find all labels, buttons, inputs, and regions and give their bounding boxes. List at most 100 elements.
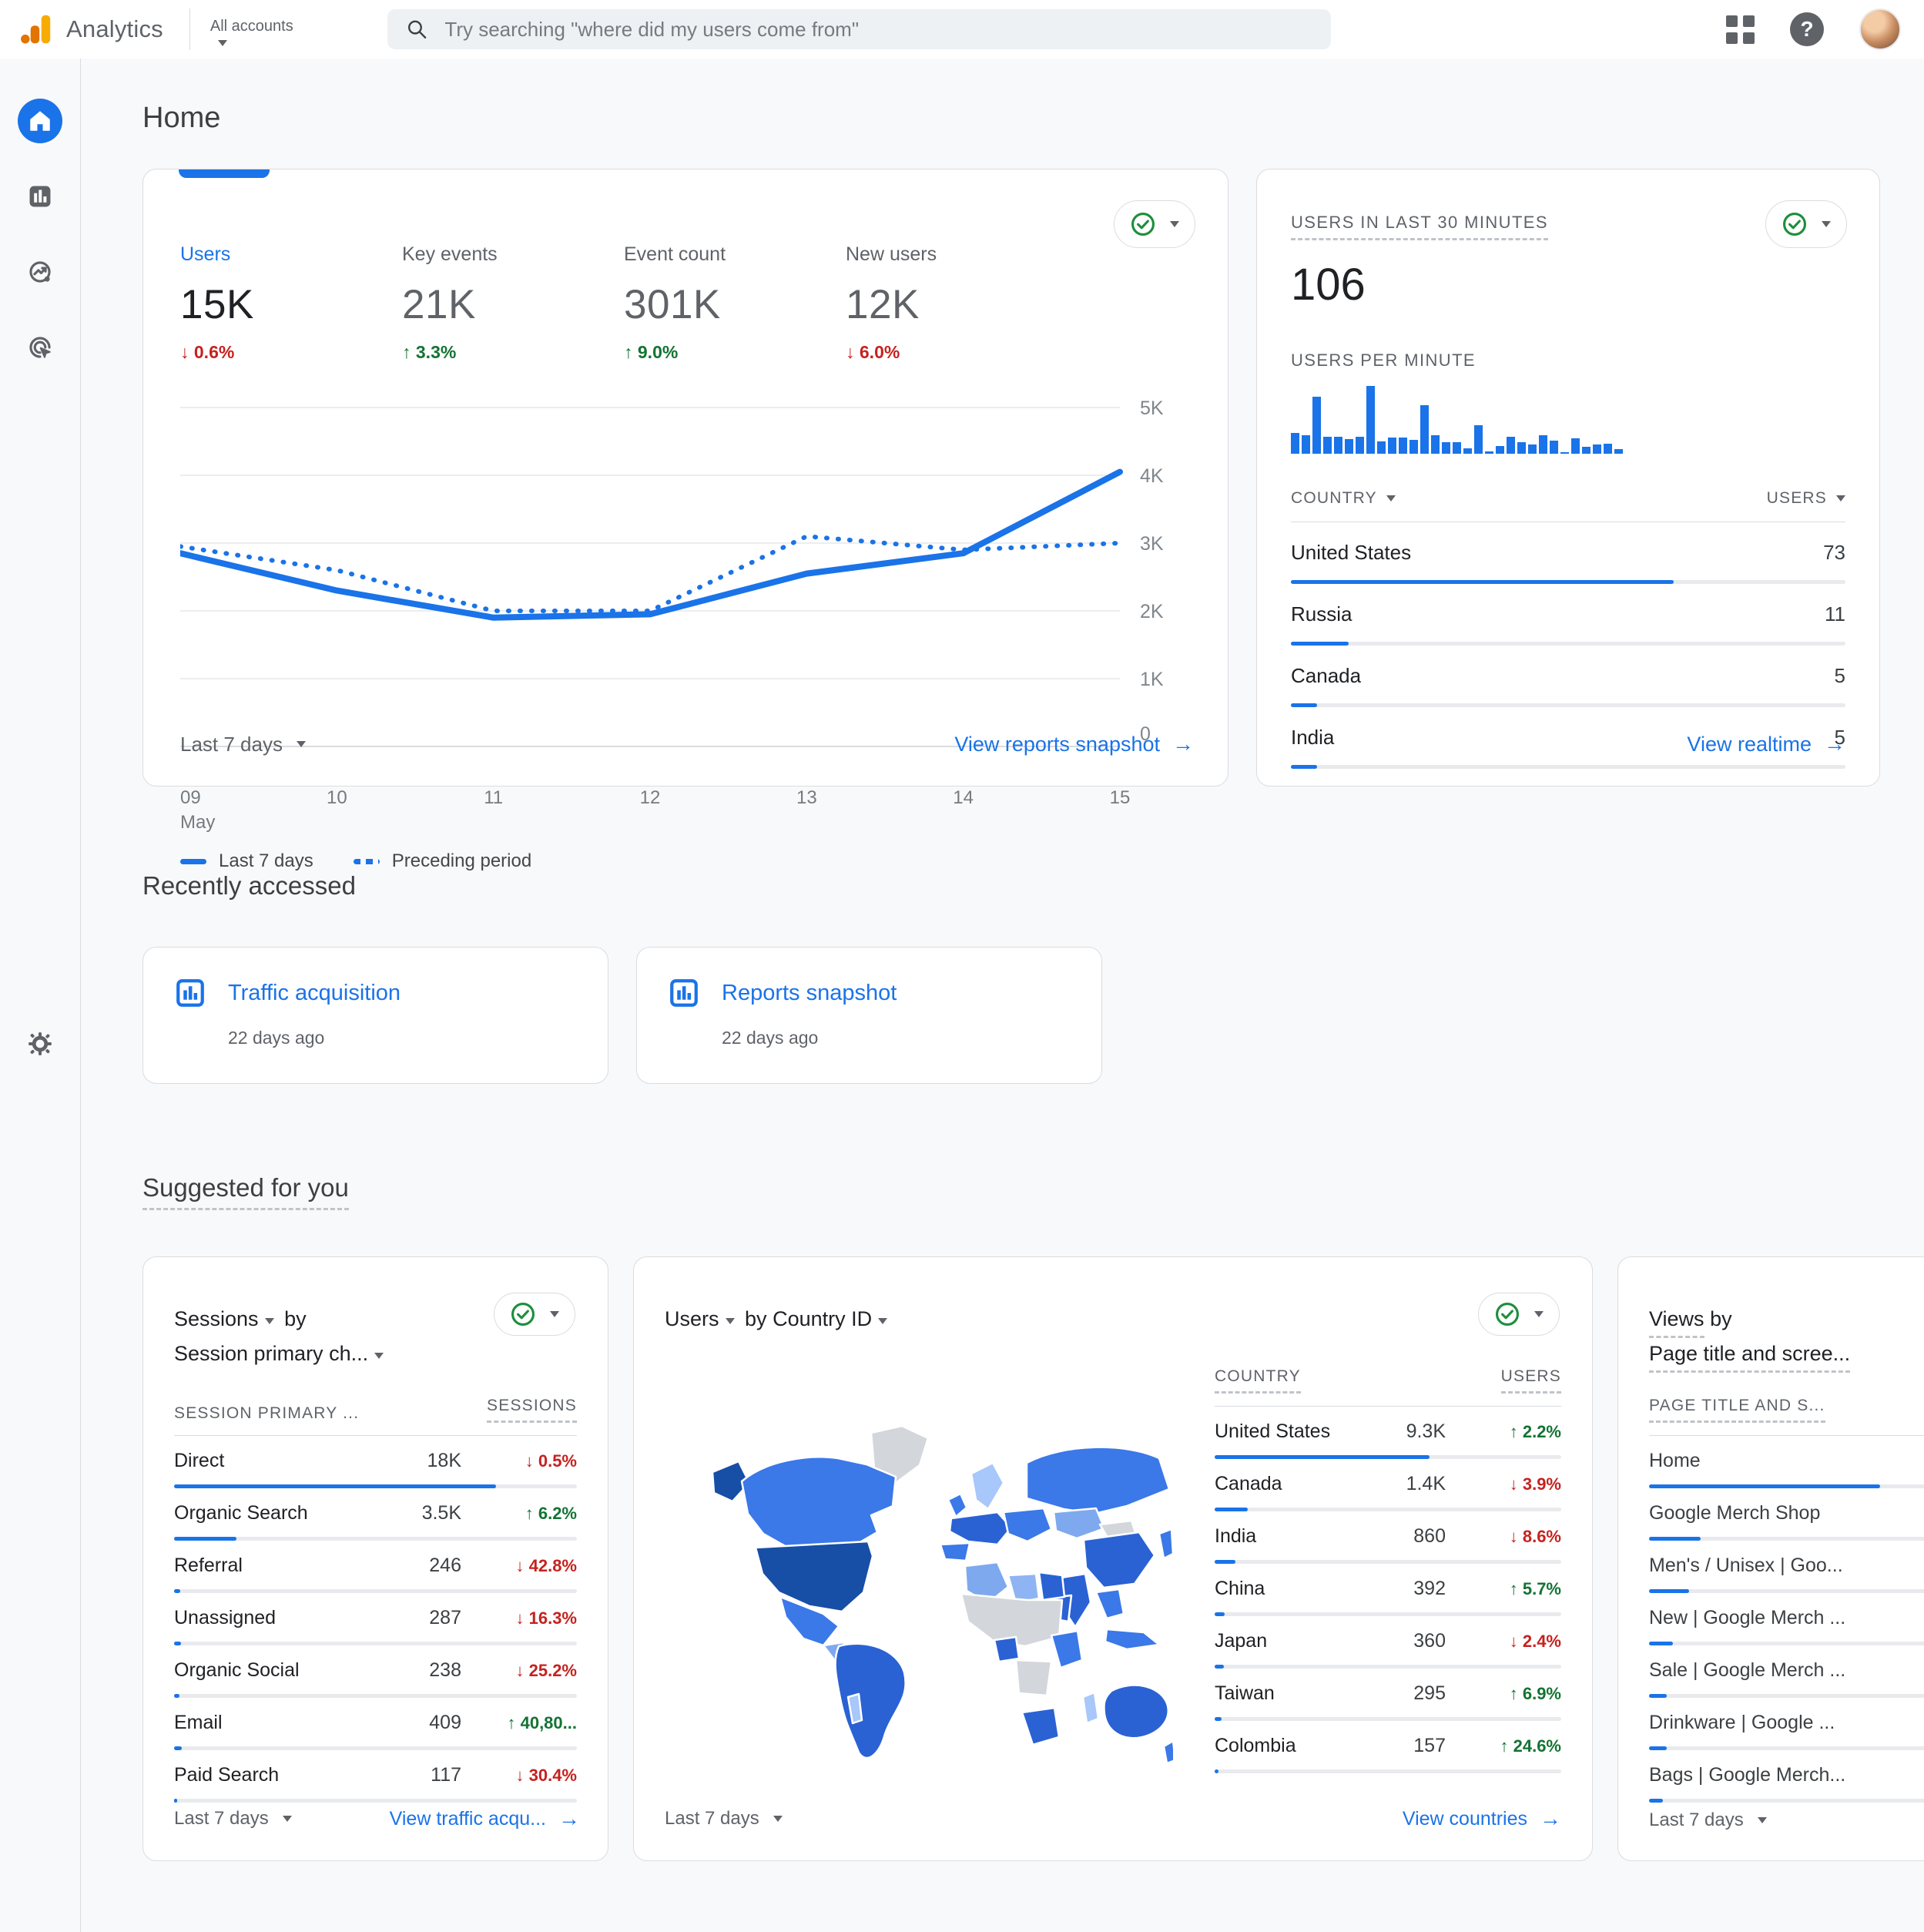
users-trend-chart: 5K 4K 3K 2K 1K 0 09 May 10 11 12 13 14 15 Last 7 day… (177, 395, 1191, 872)
verified-badge[interactable] (1765, 200, 1847, 248)
metric-key-events[interactable]: Key events 21K ↑ 3.3% (402, 243, 624, 363)
sort-caret-icon (1836, 495, 1845, 501)
product-name: Analytics (66, 15, 163, 42)
home-icon (30, 111, 50, 131)
table-row[interactable]: Home (1649, 1436, 1924, 1489)
search-icon (407, 20, 427, 39)
table-row[interactable]: New | Google Merch ... (1649, 1593, 1924, 1646)
help-icon[interactable]: ? (1790, 12, 1824, 46)
report-icon (176, 979, 204, 1007)
view-reports-snapshot-link[interactable]: View reports snapshot → (954, 732, 1194, 756)
x-axis-labels: 09 May 10 11 12 13 14 15 (180, 787, 1131, 834)
arrow-right-icon: → (1540, 1806, 1561, 1830)
table-row[interactable]: China 392 ↑ 5.7% (1215, 1564, 1561, 1616)
card-title[interactable]: Sessions by Session primary ch... (174, 1302, 498, 1370)
recently-accessed-title: Recently accessed (142, 871, 356, 900)
nav-advertising-button[interactable] (18, 325, 62, 370)
card-title[interactable]: Users by Country ID (665, 1302, 1204, 1337)
recent-reports-snapshot-card[interactable]: Reports snapshot 22 days ago (636, 947, 1102, 1084)
metric-event-count[interactable]: Event count 301K ↑ 9.0% (624, 243, 846, 363)
reports-snapshot-card: Users 15K ↓ 0.6% Key events 21K ↑ 3.3% E… (142, 169, 1228, 871)
chevron-down-icon (296, 741, 306, 747)
nav-admin-button[interactable] (18, 1021, 62, 1066)
table-row[interactable]: Russia 11 (1291, 584, 1845, 646)
nav-explore-button[interactable] (18, 250, 62, 294)
apps-grid-icon[interactable] (1726, 15, 1755, 44)
progress-track (1649, 1484, 1924, 1489)
nav-home-button[interactable] (18, 99, 62, 143)
table-row[interactable]: Taiwan 295 ↑ 6.9% (1215, 1669, 1561, 1721)
verified-badge[interactable] (1478, 1293, 1560, 1336)
date-range-selector[interactable]: Last 7 days (1649, 1810, 1767, 1831)
view-traffic-acquisition-link[interactable]: View traffic acqu... → (390, 1806, 580, 1831)
table-row[interactable]: Unassigned 287 ↓ 16.3% (174, 1593, 577, 1646)
progress-track (1215, 1716, 1561, 1721)
users-by-country-card: Users by Country ID COUNTRY USERS United… (633, 1256, 1593, 1861)
metric-new-users[interactable]: New users 12K ↓ 6.0% (846, 243, 1068, 363)
date-range-selector[interactable]: Last 7 days (665, 1808, 783, 1830)
avatar[interactable] (1859, 8, 1901, 50)
last-accessed: 22 days ago (722, 1028, 819, 1048)
progress-track (1215, 1612, 1561, 1616)
suggested-for-you-title[interactable]: Suggested for you (142, 1173, 349, 1210)
table-row[interactable]: Bags | Google Merch... (1649, 1750, 1924, 1803)
report-icon (670, 979, 698, 1007)
chevron-down-icon (1757, 1816, 1767, 1823)
verified-badge[interactable] (494, 1293, 575, 1336)
nav-reports-button[interactable] (18, 174, 62, 219)
progress-track (1215, 1664, 1561, 1669)
view-realtime-link[interactable]: View realtime → (1687, 732, 1845, 756)
table-row[interactable]: Colombia 157 ↑ 24.6% (1215, 1721, 1561, 1773)
svg-text:5K: 5K (1140, 397, 1164, 419)
view-countries-link[interactable]: View countries → (1403, 1806, 1561, 1831)
progress-track (1649, 1642, 1924, 1646)
progress-track (1215, 1769, 1561, 1773)
check-circle-icon (1131, 212, 1155, 236)
dotted-line-swatch (353, 858, 380, 864)
table-header: SESSION PRIMARY ... SESSIONS (174, 1397, 577, 1437)
table-row[interactable]: Email 409 ↑ 40,80... (174, 1698, 577, 1751)
recent-traffic-acquisition-card[interactable]: Traffic acquisition 22 days ago (142, 947, 608, 1084)
table-row[interactable]: Paid Search 117 ↓ 30.4% (174, 1750, 577, 1803)
search-input[interactable] (444, 17, 1312, 42)
date-range-selector[interactable]: Last 7 days (180, 733, 306, 756)
advertising-icon (29, 337, 51, 358)
account-selector[interactable]: All accounts (210, 13, 293, 46)
progress-track (1649, 1746, 1924, 1751)
table-row[interactable]: Direct 18K ↓ 0.5% (174, 1436, 577, 1489)
realtime-users-value: 106 (1291, 260, 1366, 310)
card-title[interactable]: Views by Page title and scree... (1649, 1302, 1924, 1373)
table-row[interactable]: India 860 ↓ 8.6% (1215, 1511, 1561, 1564)
realtime-title[interactable]: USERS IN LAST 30 MINUTES (1291, 213, 1548, 240)
progress-track (174, 1694, 577, 1699)
chevron-down-icon (725, 1318, 735, 1324)
chevron-down-icon (217, 39, 227, 46)
date-range-selector[interactable]: Last 7 days (174, 1808, 292, 1830)
table-row[interactable]: Drinkware | Google ... (1649, 1698, 1924, 1751)
table-row[interactable]: Japan 360 ↓ 2.4% (1215, 1616, 1561, 1669)
progress-track (174, 1589, 577, 1594)
chevron-down-icon (374, 1352, 384, 1359)
table-row[interactable]: Organic Search 3.5K ↑ 6.2% (174, 1488, 577, 1541)
table-row[interactable]: Men's / Unisex | Goo... (1649, 1541, 1924, 1594)
table-row[interactable]: United States 73 (1291, 522, 1845, 584)
table-row[interactable]: United States 9.3K ↑ 2.2% (1215, 1407, 1561, 1459)
table-row[interactable]: Sale | Google Merch ... (1649, 1645, 1924, 1699)
chevron-down-icon (1170, 221, 1179, 227)
top-app-bar: Analytics All accounts ? (0, 0, 1924, 59)
table-row[interactable]: Google Merch Shop (1649, 1488, 1924, 1541)
metric-users[interactable]: Users 15K ↓ 0.6% (180, 243, 402, 363)
progress-track (1215, 1454, 1561, 1459)
header-divider (189, 8, 190, 50)
country-sort-header[interactable]: COUNTRY (1291, 489, 1396, 508)
verified-badge[interactable] (1114, 200, 1195, 248)
table-row[interactable]: Canada 1.4K ↓ 3.9% (1215, 1459, 1561, 1511)
analytics-logo-icon[interactable] (18, 12, 54, 47)
table-row[interactable]: Organic Social 238 ↓ 25.2% (174, 1645, 577, 1699)
chevron-down-icon (264, 1318, 274, 1324)
search-bar[interactable] (387, 9, 1331, 49)
users-sort-header[interactable]: USERS (1767, 489, 1845, 508)
table-row[interactable]: Canada 5 (1291, 646, 1845, 707)
table-row[interactable]: Referral 246 ↓ 42.8% (174, 1541, 577, 1594)
main-content: Home Users 15K ↓ 0.6% Key events 21K ↑ 3… (81, 59, 1924, 1932)
